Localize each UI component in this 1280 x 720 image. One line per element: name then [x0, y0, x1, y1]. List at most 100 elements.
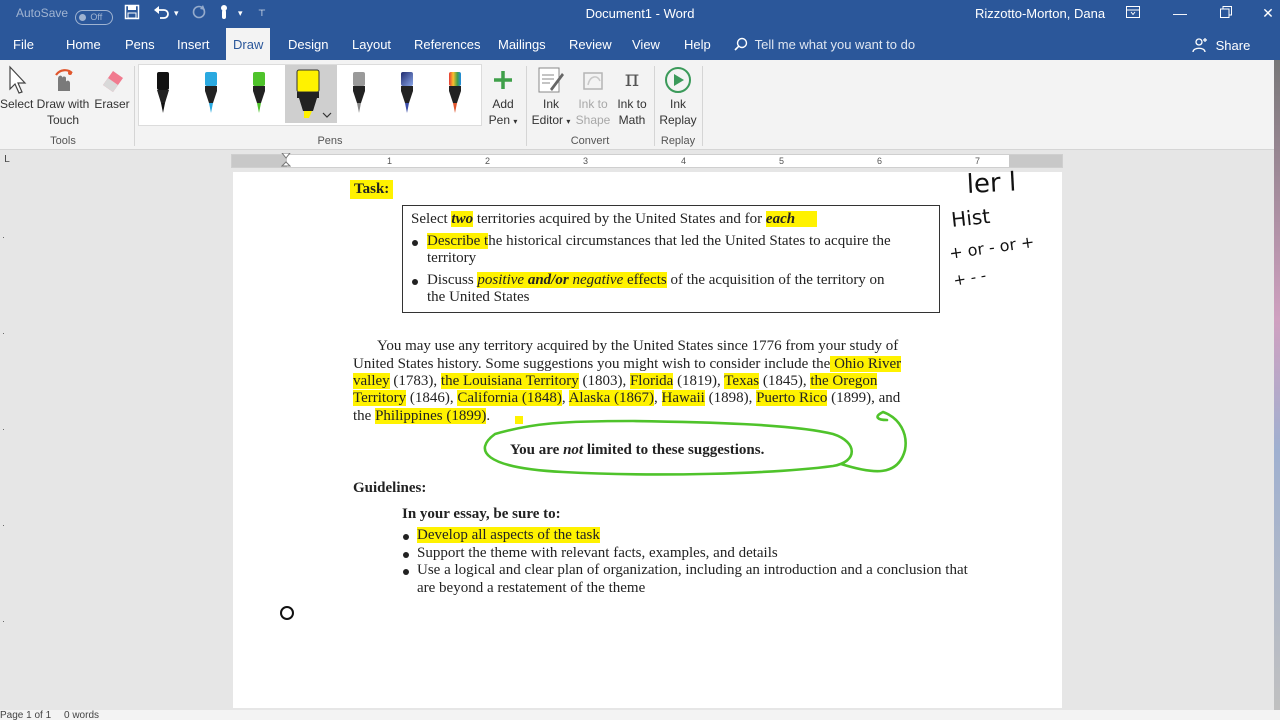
tab-draw[interactable]: Draw — [226, 28, 271, 62]
ruler-number: 1 — [387, 156, 393, 166]
ribbon-separator — [526, 66, 527, 146]
ink-to-shape-button[interactable]: Ink to Shape — [574, 64, 612, 128]
user-name[interactable]: Rizzotto-Morton, Dana — [975, 6, 1105, 21]
ink-annotation-layer — [280, 410, 907, 620]
vruler-mark: · — [2, 424, 5, 434]
cursor-arrow-icon — [0, 64, 32, 96]
vruler-mark: · — [2, 616, 5, 626]
left-margin-area — [232, 155, 287, 167]
vertical-ruler[interactable]: · · · · · — [0, 172, 12, 712]
right-margin-area — [1009, 155, 1062, 167]
document-page[interactable]: Task: Select two territories acquired by… — [233, 172, 1062, 708]
ruler-number: 7 — [975, 156, 981, 166]
ribbon-tabs: File Home Pens Insert Draw Design Layout… — [0, 28, 1280, 62]
share-button[interactable]: Share — [1192, 37, 1250, 56]
ruler-number: 2 — [485, 156, 491, 166]
ruler-number: 4 — [681, 156, 687, 166]
pi-math-icon: π — [624, 67, 640, 92]
tools-group-label: Tools — [50, 135, 76, 147]
ruler-number: 5 — [779, 156, 785, 166]
vertical-scrollbar[interactable] — [1274, 60, 1280, 710]
minimize-icon[interactable]: — — [1168, 3, 1192, 23]
ink-editor-button[interactable]: Ink Editor ▾ — [529, 64, 573, 130]
touch-draw-icon — [34, 64, 92, 96]
pens-group-label: Pens — [317, 135, 343, 147]
status-bar: Page 1 of 1 0 words — [0, 710, 1280, 720]
yellow-highlighter-icon[interactable] — [285, 65, 337, 123]
select-label: Select — [0, 97, 34, 111]
tab-layout[interactable]: Layout — [345, 28, 398, 60]
ink-editor-icon — [529, 64, 573, 96]
eraser-icon — [93, 64, 131, 96]
ruler-number: 6 — [877, 156, 883, 166]
vruler-mark: · — [2, 328, 5, 338]
ink-to-shape-label-2: Shape — [575, 113, 611, 127]
replay-group-label: Replay — [660, 135, 696, 147]
tab-review[interactable]: Review — [562, 28, 619, 60]
galaxy-pen-icon[interactable] — [345, 69, 373, 121]
blue-pen-icon[interactable] — [197, 69, 225, 121]
draw-ribbon: Select Draw with Touch Eraser Tools Pens… — [0, 60, 1274, 150]
ink-to-math-label-1: Ink to — [617, 97, 647, 111]
ink-editor-label-2: Editor ▾ — [531, 113, 571, 127]
replay-icon — [656, 64, 700, 96]
rainbow-pen-icon[interactable] — [441, 69, 469, 121]
restore-icon[interactable] — [1214, 3, 1238, 23]
add-pen-label-2: Pen ▾ — [488, 113, 518, 127]
search-icon — [734, 37, 748, 51]
ink-editor-label-1: Ink — [542, 97, 559, 111]
tell-me-search[interactable]: Tell me what you want to do — [734, 37, 915, 52]
word-window: AutoSave Off ▾ ▾ ⊤ Document1 - Word Rizz… — [0, 0, 1280, 720]
tab-references[interactable]: References — [407, 28, 487, 60]
page-count[interactable]: Page 1 of 1 — [0, 710, 51, 720]
indent-marker[interactable] — [280, 152, 292, 167]
tab-pens[interactable]: Pens — [118, 28, 162, 60]
draw-with-touch-button[interactable]: Draw with Touch — [34, 64, 92, 128]
ink-replay-button[interactable]: Ink Replay — [656, 64, 700, 128]
tab-stop-selector[interactable]: L — [0, 150, 14, 168]
gradient-pen-icon[interactable] — [393, 69, 421, 121]
handwriting-line: ler l — [966, 167, 1017, 200]
tab-design[interactable]: Design — [281, 28, 335, 60]
ink-replay-label-1: Ink — [669, 97, 686, 111]
ribbon-separator — [702, 66, 703, 146]
ribbon-separator — [134, 66, 135, 146]
close-icon[interactable]: ✕ — [1256, 3, 1280, 23]
share-icon — [1192, 37, 1208, 56]
chevron-down-icon: ▾ — [566, 117, 571, 126]
ribbon-separator — [654, 66, 655, 146]
title-bar: AutoSave Off ▾ ▾ ⊤ Document1 - Word Rizz… — [0, 0, 1280, 28]
eraser-button[interactable]: Eraser — [93, 64, 131, 112]
tell-me-placeholder: Tell me what you want to do — [754, 37, 916, 52]
black-pen-icon[interactable] — [149, 69, 177, 121]
ink-replay-label-2: Replay — [659, 113, 697, 127]
ruler-number: 3 — [583, 156, 589, 166]
tab-insert[interactable]: Insert — [170, 28, 217, 60]
tab-view[interactable]: View — [625, 28, 667, 60]
tab-home[interactable]: Home — [59, 28, 108, 60]
ribbon-display-options-icon[interactable] — [1121, 3, 1145, 23]
green-ink-circle — [483, 410, 907, 476]
tab-help[interactable]: Help — [677, 28, 718, 60]
plus-icon — [484, 64, 522, 96]
select-button[interactable]: Select — [0, 64, 34, 112]
tab-file[interactable]: File — [6, 28, 41, 60]
green-pen-icon[interactable] — [245, 69, 273, 121]
handwriting-line: Hist — [950, 203, 992, 232]
ink-to-shape-icon — [574, 64, 612, 96]
horizontal-ruler[interactable]: 1 2 3 4 5 6 7 — [231, 152, 1063, 168]
word-count[interactable]: 0 words — [64, 710, 99, 720]
add-pen-button[interactable]: Add Pen ▾ — [484, 64, 522, 130]
tab-mailings[interactable]: Mailings — [491, 28, 553, 60]
cursor-circle-icon — [280, 606, 294, 620]
vruler-mark: · — [2, 232, 5, 242]
ink-to-math-button[interactable]: π Ink to Math — [613, 64, 651, 128]
pen-gallery — [138, 64, 482, 126]
eraser-label: Eraser — [94, 97, 130, 111]
vruler-mark: · — [2, 520, 5, 530]
ink-to-math-label-2: Math — [618, 113, 646, 127]
add-pen-label-1: Add — [492, 97, 514, 111]
draw-with-touch-label-1: Draw with — [36, 97, 90, 111]
draw-with-touch-label-2: Touch — [46, 113, 80, 127]
ink-to-shape-label-1: Ink to — [578, 97, 608, 111]
